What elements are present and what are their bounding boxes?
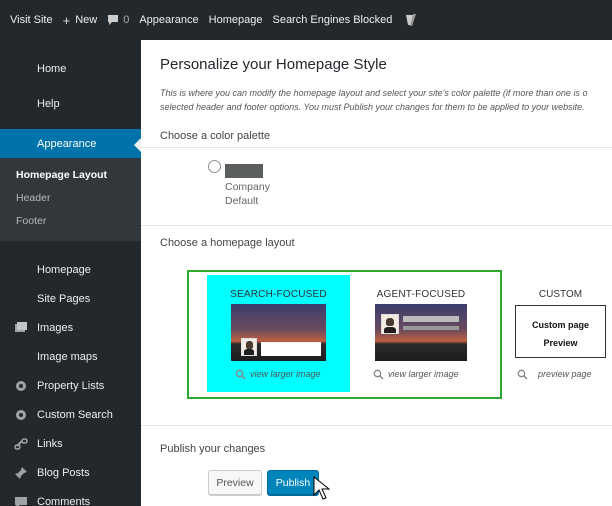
magnifier-icon [235,369,246,380]
sidebar-item-home[interactable]: Home [0,54,141,83]
layout-option-search-focused[interactable]: SEARCH-FOCUSED view larger image [207,275,350,392]
sidebar-item-custom-search[interactable]: Custom Search [0,400,141,429]
search-engines-blocked-notice[interactable]: Search Engines Blocked [272,14,392,26]
custom-page-preview-thumbnail[interactable]: Custom page Preview [515,305,606,358]
view-larger-image-link[interactable]: view larger image [373,369,459,380]
comment-bubble-icon [15,497,27,506]
sidebar-item-image-maps[interactable]: Image maps [0,342,141,371]
sidebar-item-homepage[interactable]: Homepage [0,255,141,284]
comments-link[interactable]: 0 [107,14,129,26]
palette-radio[interactable] [208,160,221,173]
gear-icon [16,381,26,391]
sidebar-item-site-pages[interactable]: Site Pages [0,284,141,313]
sidebar-item-property-lists[interactable]: Property Lists [0,371,141,400]
sidebar-item-images[interactable]: Images [0,313,141,342]
sidebar-item-links[interactable]: Links [0,429,141,458]
preview-page-link[interactable]: preview page [517,369,592,380]
palette-section-label: Choose a color palette [160,130,271,142]
divider [141,225,612,226]
magnifier-icon [373,369,384,380]
layout-option-agent-focused[interactable]: AGENT-FOCUSED view larger image [361,275,481,392]
homepage-link[interactable]: Homepage [209,14,263,26]
palette-color-swatch[interactable] [225,164,263,178]
agent-info-bar [403,326,459,330]
intro-text: This is where you can modify the homepag… [160,88,588,112]
page-title: Personalize your Homepage Style [160,56,387,73]
link-icon [14,438,28,450]
submenu-item-homepage-layout[interactable]: Homepage Layout [0,164,141,187]
sidebar-item-appearance[interactable]: Appearance [0,129,141,158]
submenu-item-header[interactable]: Header [0,187,141,210]
sidebar-item-comments[interactable]: Comments [0,487,141,506]
appearance-link[interactable]: Appearance [139,14,198,26]
submenu-item-footer[interactable]: Footer [0,210,141,233]
pushpin-icon [15,467,27,479]
search-focused-thumbnail[interactable] [231,304,326,361]
main-content: Personalize your Homepage Style This is … [141,40,612,506]
admin-bar: Visit Site + New 0 Appearance Homepage S… [0,0,612,40]
divider [141,425,612,426]
layout-title: AGENT-FOCUSED [376,289,466,300]
images-icon [15,322,27,332]
agent-photo [381,314,399,334]
layout-section-label: Choose a homepage layout [160,237,295,249]
layout-option-custom[interactable]: CUSTOM [515,289,606,303]
view-larger-image-link[interactable]: view larger image [235,369,321,380]
publish-button[interactable]: Publish [267,470,319,495]
publish-section-label: Publish your changes [160,443,266,455]
new-content-link[interactable]: + New [63,13,98,28]
layout-title: SEARCH-FOCUSED [230,289,327,300]
plus-icon: + [62,12,71,28]
visit-site-link[interactable]: Visit Site [10,14,53,26]
preview-button[interactable]: Preview [208,470,262,495]
appearance-submenu: Homepage Layout Header Footer [0,158,141,241]
palette-name: Company Default [225,181,270,207]
sidebar-item-help[interactable]: Help [0,89,141,118]
comment-bubble-icon [108,15,119,25]
layout-title: CUSTOM [538,289,583,300]
sidebar-item-blog-posts[interactable]: Blog Posts [0,458,141,487]
divider [141,147,612,148]
search-bar [261,342,321,356]
yoast-seo-icon[interactable] [404,13,418,27]
agent-photo [241,338,257,356]
admin-sidebar: Home Help Appearance Homepage Layout Hea… [0,40,141,506]
mouse-cursor-icon [313,476,331,500]
magnifier-icon [517,369,528,380]
gear-icon [16,410,26,420]
agent-info-bar [403,316,459,322]
agent-focused-thumbnail[interactable] [375,304,467,361]
